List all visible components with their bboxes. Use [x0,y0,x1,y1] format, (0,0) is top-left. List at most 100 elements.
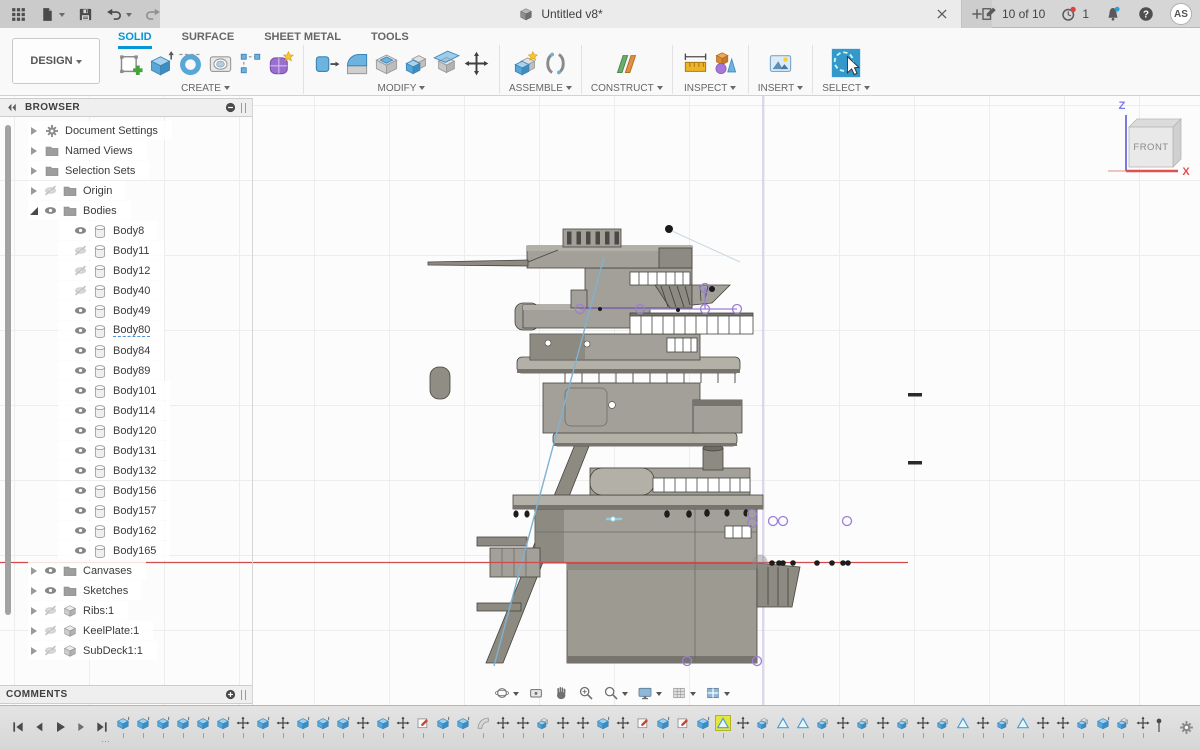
timeline-feature[interactable] [376,716,390,730]
timeline-feature[interactable] [556,716,570,730]
browser-item[interactable]: Body40 [58,281,164,300]
visibility-eye-icon[interactable] [73,463,88,478]
tool-icon[interactable] [117,50,144,77]
browser-panel-edge[interactable] [252,98,253,705]
timeline-feature[interactable] [516,716,530,730]
close-tab-icon[interactable] [935,7,949,21]
tool-icon[interactable] [712,50,739,77]
timeline-feature[interactable] [136,716,150,730]
group-label[interactable]: MODIFY [378,83,426,94]
browser-item[interactable]: Body132 [58,461,170,480]
browser-item[interactable]: Selection Sets [28,161,149,180]
tool-icon[interactable] [373,50,400,77]
tool-icon[interactable] [433,50,460,77]
playback-button[interactable] [94,719,110,735]
timeline-feature[interactable] [816,716,830,730]
browser-item[interactable]: Sketches [28,581,142,600]
playback-button[interactable] [52,719,68,735]
browser-item[interactable]: Body49 [58,301,164,320]
timeline-feature[interactable] [396,716,410,730]
nav-icon[interactable] [671,685,696,701]
timeline-feature[interactable] [196,716,210,730]
timeline-feature[interactable] [236,716,250,730]
timeline-feature[interactable] [596,716,610,730]
titlebar-icon[interactable] [77,6,94,23]
expand-arrow-icon[interactable] [28,147,40,155]
browser-item[interactable]: SubDeck1:1 [28,641,157,660]
visibility-eye-icon[interactable] [73,543,88,558]
browser-item[interactable]: Body12 [58,261,164,280]
timeline-settings-gear-icon[interactable] [1178,719,1195,736]
timeline-feature[interactable] [1136,716,1150,730]
nav-icon[interactable] [637,685,662,701]
workspace-switcher[interactable]: DESIGN [12,38,100,84]
minimize-panel-icon[interactable] [224,101,237,114]
browser-item[interactable]: Body131 [58,441,170,460]
view-cube[interactable]: FRONT Z X [1100,95,1200,185]
timeline-marker[interactable] [1152,712,1166,748]
group-label[interactable]: CREATE [181,83,230,94]
visibility-eye-icon[interactable] [73,223,88,238]
tool-icon[interactable] [463,50,490,77]
timeline-feature[interactable] [116,716,130,730]
timeline-feature[interactable] [576,716,590,730]
titlebar-icon[interactable] [39,6,65,23]
browser-item[interactable]: Body162 [58,521,170,540]
timeline-feature[interactable] [636,716,650,730]
visibility-eye-icon[interactable] [73,363,88,378]
nav-icon[interactable] [528,685,544,701]
timeline-feature[interactable] [176,716,190,730]
browser-item[interactable]: Named Views [28,141,147,160]
group-label[interactable]: SELECT [822,83,870,94]
expand-arrow-icon[interactable] [28,627,40,635]
browser-item[interactable]: Origin [28,181,126,200]
visibility-eye-icon[interactable] [43,183,58,198]
timeline-feature[interactable] [656,716,670,730]
visibility-eye-icon[interactable] [43,203,58,218]
nav-icon[interactable] [553,685,569,701]
tool-icon[interactable] [177,50,204,77]
timeline-feature[interactable] [336,716,350,730]
visibility-eye-icon[interactable] [73,443,88,458]
playback-button[interactable] [10,719,26,735]
tool-icon[interactable] [403,50,430,77]
panel-drag-handle[interactable] [241,103,246,113]
timeline-feature[interactable] [856,716,870,730]
expand-arrow-icon[interactable] [28,567,40,575]
timeline-feature[interactable] [956,716,970,730]
tool-icon[interactable] [767,50,794,77]
tool-icon[interactable] [343,50,370,77]
visibility-eye-icon[interactable] [73,243,88,258]
visibility-eye-icon[interactable] [73,343,88,358]
tool-icon[interactable] [313,50,340,77]
timeline-feature[interactable] [916,716,930,730]
group-label[interactable]: ASSEMBLE [509,83,572,94]
timeline-feature[interactable] [296,716,310,730]
visibility-eye-icon[interactable] [43,603,58,618]
timeline-feature[interactable] [496,716,510,730]
job-status[interactable]: 1 [1060,5,1089,23]
tool-icon[interactable] [682,50,709,77]
timeline-feature[interactable] [1076,716,1090,730]
timeline-feature[interactable] [276,716,290,730]
timeline-feature[interactable] [436,716,450,730]
timeline-feature[interactable] [896,716,910,730]
timeline-feature[interactable] [616,716,630,730]
timeline-feature[interactable] [836,716,850,730]
timeline-feature[interactable] [936,716,950,730]
expand-arrow-icon[interactable] [28,187,40,195]
tool-icon[interactable] [613,50,640,77]
tool-icon[interactable] [147,50,174,77]
user-avatar[interactable]: AS [1170,3,1192,25]
timeline-feature[interactable] [256,716,270,730]
timeline-feature[interactable] [676,716,690,730]
visibility-eye-icon[interactable] [73,423,88,438]
add-comment-icon[interactable] [224,688,237,701]
visibility-eye-icon[interactable] [73,503,88,518]
expand-arrow-icon[interactable] [28,647,40,655]
tool-icon[interactable] [207,50,234,77]
nav-icon[interactable] [578,685,594,701]
timeline-feature[interactable] [1056,716,1070,730]
browser-item[interactable]: Body80 [58,321,164,340]
timeline-feature[interactable] [1016,716,1030,730]
